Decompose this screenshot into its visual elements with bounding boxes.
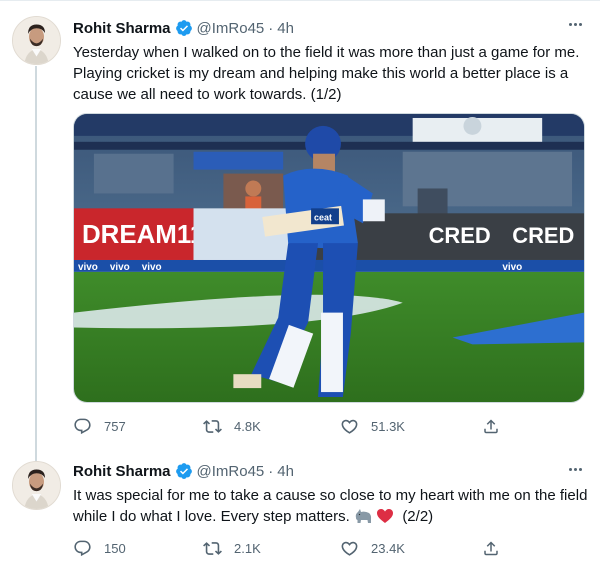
avatar-image bbox=[13, 17, 60, 64]
share-button[interactable] bbox=[482, 539, 512, 558]
tweet-text: It was special for me to take a cause so… bbox=[73, 485, 591, 527]
timestamp[interactable]: 4h bbox=[277, 463, 294, 480]
tweet-2[interactable]: Rohit Sharma @ImRo45 · 4h It was special… bbox=[0, 457, 600, 574]
tweet-text: Yesterday when I walked on to the field … bbox=[73, 44, 580, 103]
reply-button[interactable]: 757 bbox=[73, 417, 203, 436]
reply-button[interactable]: 150 bbox=[73, 539, 203, 558]
thread-counter: (2/2) bbox=[402, 508, 434, 525]
red-heart-emoji-icon bbox=[377, 509, 394, 523]
retweet-icon bbox=[203, 419, 222, 433]
rhino-emoji-icon bbox=[355, 509, 372, 523]
retweet-button[interactable]: 4.8K bbox=[203, 417, 340, 436]
avatar[interactable] bbox=[12, 16, 61, 65]
retweet-icon bbox=[203, 541, 222, 555]
more-options-icon[interactable] bbox=[564, 459, 586, 479]
timestamp[interactable]: 4h bbox=[277, 20, 294, 37]
thread-connector bbox=[35, 66, 37, 461]
heart-icon bbox=[341, 541, 358, 556]
reply-count: 757 bbox=[104, 418, 126, 434]
like-button[interactable]: 23.4K bbox=[340, 539, 482, 558]
retweet-button[interactable]: 2.1K bbox=[203, 539, 340, 558]
tweet-header: Rohit Sharma @ImRo45 · 4h bbox=[73, 461, 294, 481]
like-count: 23.4K bbox=[371, 540, 405, 556]
author-handle[interactable]: @ImRo45 bbox=[197, 20, 265, 37]
like-count: 51.3K bbox=[371, 418, 405, 434]
banner-vivo: vivo bbox=[78, 262, 98, 273]
svg-text:vivo: vivo bbox=[110, 262, 130, 273]
more-options-icon[interactable] bbox=[564, 14, 586, 34]
tweet-header: Rohit Sharma @ImRo45 · 4h bbox=[73, 18, 294, 38]
tweet-photo[interactable]: DREAM11 CRED CRED vivo vivo vivo vivo ce… bbox=[73, 113, 585, 403]
banner-dream11: DREAM11 bbox=[82, 221, 204, 249]
separator-dot: · bbox=[268, 462, 274, 480]
banner-cred-2: CRED bbox=[512, 223, 574, 248]
separator-dot: · bbox=[268, 19, 274, 37]
svg-text:vivo: vivo bbox=[502, 262, 522, 273]
retweet-count: 4.8K bbox=[234, 418, 261, 434]
avatar[interactable] bbox=[12, 461, 61, 510]
share-icon bbox=[484, 540, 498, 555]
heart-icon bbox=[341, 419, 358, 434]
reply-icon bbox=[74, 540, 91, 556]
verified-badge-icon bbox=[175, 463, 192, 479]
bat-brand: ceat bbox=[314, 212, 332, 222]
tweet-1[interactable]: Rohit Sharma @ImRo45 · 4h Yesterday when… bbox=[0, 0, 600, 461]
banner-cred-1: CRED bbox=[429, 223, 491, 248]
author-name[interactable]: Rohit Sharma bbox=[73, 463, 171, 480]
share-icon bbox=[484, 418, 498, 433]
author-name[interactable]: Rohit Sharma bbox=[73, 20, 171, 37]
avatar-image bbox=[13, 462, 60, 509]
tweet-actions: 150 2.1K 23.4K bbox=[73, 537, 513, 559]
retweet-count: 2.1K bbox=[234, 540, 261, 556]
verified-badge-icon bbox=[175, 20, 192, 36]
cricket-photo: DREAM11 CRED CRED vivo vivo vivo vivo ce… bbox=[74, 114, 584, 402]
tweet-text-body: It was special for me to take a cause so… bbox=[73, 487, 588, 525]
tweet-actions: 757 4.8K 51.3K bbox=[73, 415, 513, 437]
like-button[interactable]: 51.3K bbox=[340, 417, 482, 436]
svg-text:vivo: vivo bbox=[142, 262, 162, 273]
share-button[interactable] bbox=[482, 417, 512, 436]
reply-icon bbox=[74, 418, 91, 434]
reply-count: 150 bbox=[104, 540, 126, 556]
author-handle[interactable]: @ImRo45 bbox=[197, 463, 265, 480]
